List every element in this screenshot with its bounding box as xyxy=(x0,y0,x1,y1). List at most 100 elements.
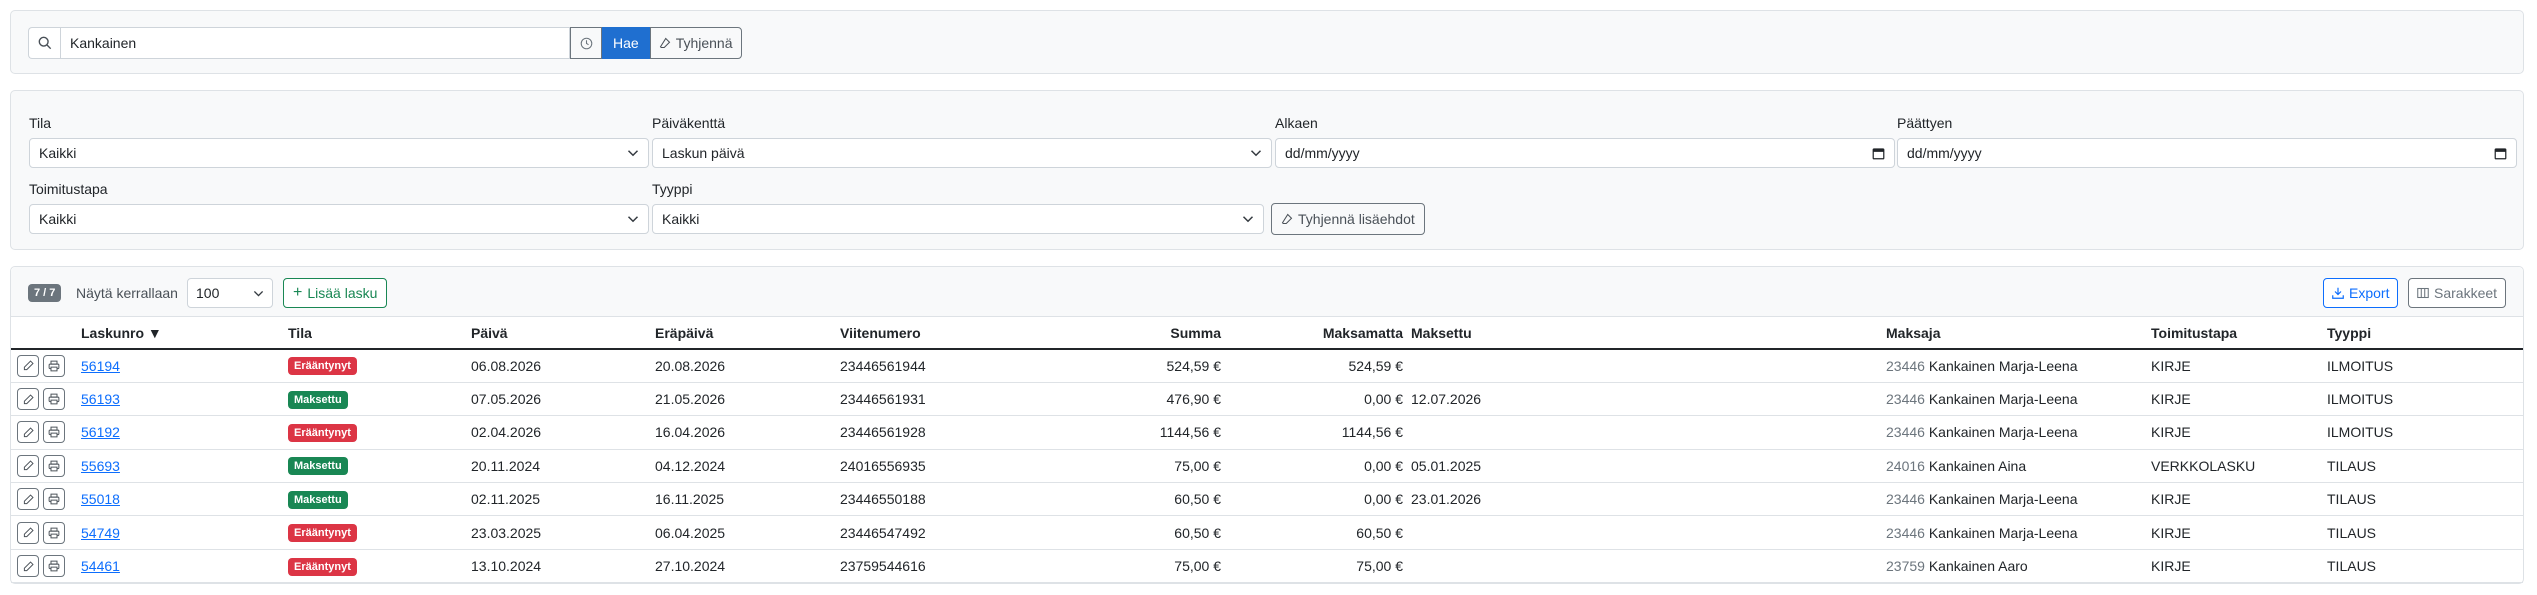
print-icon[interactable] xyxy=(43,454,65,477)
row-actions xyxy=(11,449,75,484)
invoice-number-link[interactable]: 54749 xyxy=(81,525,120,541)
tila-select[interactable]: Kaikki xyxy=(29,138,649,168)
alkaen-date-input[interactable]: dd/mm/yyyy xyxy=(1275,138,1895,168)
toimitustapa-select[interactable]: Kaikki xyxy=(29,204,649,234)
status-badge: Erääntynyt xyxy=(288,557,357,576)
edit-icon[interactable] xyxy=(17,421,39,444)
columns-button[interactable]: Sarakkeet xyxy=(2408,278,2507,308)
chevron-down-icon xyxy=(253,290,264,297)
invoice-table-panel: 7 / 7 Näytä kerrallaan 100 + Lisää lasku… xyxy=(10,266,2524,584)
invoice-number-link[interactable]: 54461 xyxy=(81,558,120,574)
payer-id: 23446 xyxy=(1886,491,1925,508)
header-toimitustapa[interactable]: Toimitustapa xyxy=(2147,317,2323,350)
invoice-number-link[interactable]: 55018 xyxy=(81,491,120,507)
cell-maksettu xyxy=(1407,515,1882,550)
header-maksaja[interactable]: Maksaja xyxy=(1882,317,2147,350)
cell-erapaiva: 20.08.2026 xyxy=(651,349,836,383)
alkaen-label: Alkaen xyxy=(1275,115,1318,131)
cell-viitenumero: 23446561928 xyxy=(836,415,1016,450)
print-icon[interactable] xyxy=(43,488,65,511)
edit-icon[interactable] xyxy=(17,454,39,477)
row-actions xyxy=(11,382,75,417)
print-icon[interactable] xyxy=(43,521,65,544)
payer-id: 23446 xyxy=(1886,357,1925,374)
search-input[interactable] xyxy=(60,27,570,59)
invoice-number-link[interactable]: 55693 xyxy=(81,458,120,474)
header-maksamatta[interactable]: Maksamatta xyxy=(1225,317,1407,350)
cell-toimitustapa: KIRJE xyxy=(2147,482,2323,517)
header-maksettu[interactable]: Maksettu xyxy=(1407,317,1882,350)
paattyen-label: Päättyen xyxy=(1897,115,1953,131)
clear-search-button[interactable]: Tyhjennä xyxy=(649,27,742,59)
cell-tyyppi: ILMOITUS xyxy=(2323,349,2523,383)
header-erapaiva[interactable]: Eräpäivä xyxy=(651,317,836,350)
chevron-down-icon xyxy=(627,150,639,157)
per-page-value: 100 xyxy=(196,285,220,301)
tila-label: Tila xyxy=(29,115,52,131)
header-tila[interactable]: Tila xyxy=(284,317,467,350)
search-panel: Hae Tyhjennä xyxy=(10,10,2524,74)
payer-name: Kankainen Marja-Leena xyxy=(1928,424,2078,441)
export-button[interactable]: Export xyxy=(2323,278,2399,308)
print-icon[interactable] xyxy=(43,555,65,578)
per-page-select[interactable]: 100 xyxy=(187,278,273,308)
invoice-number-link[interactable]: 56193 xyxy=(81,391,120,407)
cell-paiva: 20.11.2024 xyxy=(467,449,651,484)
status-badge: Erääntynyt xyxy=(288,524,357,543)
paivakentta-label: Päiväkenttä xyxy=(652,115,726,131)
cell-tyyppi: ILMOITUS xyxy=(2323,382,2523,417)
status-badge: Erääntynyt xyxy=(288,357,357,376)
header-viitenumero[interactable]: Viitenumero xyxy=(836,317,1016,350)
cell-tyyppi: TILAUS xyxy=(2323,482,2523,517)
cell-tyyppi: TILAUS xyxy=(2323,515,2523,550)
edit-icon[interactable] xyxy=(17,521,39,544)
cell-paiva: 23.03.2025 xyxy=(467,515,651,550)
cell-viitenumero: 24016556935 xyxy=(836,449,1016,484)
cell-viitenumero: 23446547492 xyxy=(836,515,1016,550)
search-icon xyxy=(28,27,60,59)
edit-icon[interactable] xyxy=(17,388,39,411)
edit-icon[interactable] xyxy=(17,555,39,578)
cell-toimitustapa: KIRJE xyxy=(2147,382,2323,417)
paivakentta-select[interactable]: Laskun päivä xyxy=(652,138,1272,168)
tyyppi-select[interactable]: Kaikki xyxy=(652,204,1264,234)
print-icon[interactable] xyxy=(43,388,65,411)
search-button[interactable]: Hae xyxy=(602,27,650,59)
filters-panel: Tila Kaikki Päiväkenttä Laskun päivä Alk… xyxy=(10,90,2524,250)
download-icon xyxy=(2332,287,2344,299)
payer-name: Kankainen Marja-Leena xyxy=(1928,391,2078,408)
cell-toimitustapa: KIRJE xyxy=(2147,415,2323,450)
tila-value: Kaikki xyxy=(39,145,77,161)
cell-paiva: 06.08.2026 xyxy=(467,349,651,383)
chevron-down-icon xyxy=(1242,216,1254,223)
cell-erapaiva: 16.11.2025 xyxy=(651,482,836,517)
history-button[interactable] xyxy=(570,27,602,59)
header-tyyppi[interactable]: Tyyppi xyxy=(2323,317,2523,350)
status-badge: Maksettu xyxy=(288,490,348,509)
header-summa[interactable]: Summa xyxy=(1016,317,1225,350)
add-invoice-button[interactable]: + Lisää lasku xyxy=(283,278,388,308)
clear-filters-button[interactable]: Tyhjennä lisäehdot xyxy=(1271,203,1425,235)
payer-id: 23446 xyxy=(1886,524,1925,541)
cell-viitenumero: 23446550188 xyxy=(836,482,1016,517)
edit-icon[interactable] xyxy=(17,488,39,511)
header-paiva[interactable]: Päivä xyxy=(467,317,651,350)
invoice-number-link[interactable]: 56194 xyxy=(81,358,120,374)
table-header-row: Laskunro ▼ Tila Päivä Eräpäivä Viitenume… xyxy=(11,317,2523,350)
cell-erapaiva: 21.05.2026 xyxy=(651,382,836,417)
header-laskunro[interactable]: Laskunro ▼ xyxy=(75,317,284,350)
print-icon[interactable] xyxy=(43,354,65,377)
payer-id: 23759 xyxy=(1886,558,1925,575)
table-toolbar: 7 / 7 Näytä kerrallaan 100 + Lisää lasku… xyxy=(11,267,2523,317)
cell-maksaja: 24016 Kankainen Aina xyxy=(1882,449,2147,484)
row-actions xyxy=(11,482,75,517)
edit-icon[interactable] xyxy=(17,354,39,377)
print-icon[interactable] xyxy=(43,421,65,444)
cell-maksaja: 23759 Kankainen Aaro xyxy=(1882,549,2147,584)
clear-search-label: Tyhjennä xyxy=(675,35,733,51)
paattyen-date-input[interactable]: dd/mm/yyyy xyxy=(1897,138,2517,168)
cell-toimitustapa: KIRJE xyxy=(2147,515,2323,550)
payer-name: Kankainen Marja-Leena xyxy=(1928,491,2078,508)
payer-id: 24016 xyxy=(1886,457,1925,474)
invoice-number-link[interactable]: 56192 xyxy=(81,424,120,440)
